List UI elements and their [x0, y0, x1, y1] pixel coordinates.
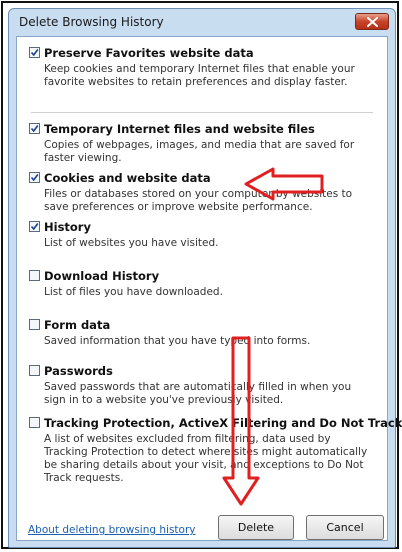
- option-cookies[interactable]: Cookies and website data Files or databa…: [29, 171, 375, 214]
- option-description: A list of websites excluded from filteri…: [44, 433, 368, 484]
- divider: [31, 112, 373, 113]
- option-label: Download History: [44, 269, 160, 283]
- dialog-title: Delete Browsing History: [19, 15, 164, 29]
- option-form-data[interactable]: Form data Saved information that you hav…: [29, 318, 375, 348]
- close-icon: [367, 17, 378, 27]
- cancel-button[interactable]: Cancel: [306, 515, 384, 540]
- checkbox[interactable]: [29, 270, 40, 281]
- option-temporary-internet-files[interactable]: Temporary Internet files and website fil…: [29, 122, 375, 165]
- checkbox[interactable]: [29, 172, 40, 183]
- close-button[interactable]: [355, 13, 389, 30]
- option-description: List of websites you have visited.: [44, 237, 219, 249]
- option-passwords[interactable]: Passwords Saved passwords that are autom…: [29, 364, 375, 407]
- option-description: Keep cookies and temporary Internet file…: [44, 63, 355, 88]
- option-description: Copies of webpages, images, and media th…: [44, 139, 355, 164]
- screenshot-frame: Delete Browsing History Preserve Favorit…: [1, 1, 402, 549]
- checkbox[interactable]: [29, 123, 40, 134]
- checkbox[interactable]: [29, 417, 40, 428]
- option-description: Saved passwords that are automatically f…: [44, 381, 352, 406]
- option-description: List of files you have downloaded.: [44, 286, 223, 298]
- option-label: Passwords: [44, 364, 113, 378]
- option-label: Form data: [44, 318, 111, 332]
- title-bar: Delete Browsing History: [9, 9, 395, 36]
- delete-button[interactable]: Delete: [218, 515, 294, 540]
- checkbox[interactable]: [29, 221, 40, 232]
- checkmark-icon: [30, 125, 39, 133]
- option-tracking-protection[interactable]: Tracking Protection, ActiveX Filtering a…: [29, 416, 402, 485]
- option-description: Files or databases stored on your comput…: [44, 188, 353, 213]
- option-history[interactable]: History List of websites you have visite…: [29, 220, 375, 250]
- checkmark-icon: [30, 223, 39, 231]
- option-label: Temporary Internet files and website fil…: [44, 122, 315, 136]
- checkmark-icon: [30, 49, 39, 57]
- option-label: History: [44, 220, 91, 234]
- delete-browsing-history-dialog: Delete Browsing History Preserve Favorit…: [8, 8, 402, 548]
- option-label: Tracking Protection, ActiveX Filtering a…: [44, 416, 402, 430]
- option-label: Cookies and website data: [44, 171, 211, 185]
- option-preserve-favorites[interactable]: Preserve Favorites website data Keep coo…: [29, 46, 375, 89]
- checkbox[interactable]: [29, 319, 40, 330]
- option-description: Saved information that you have typed in…: [44, 335, 311, 347]
- about-deleting-history-link[interactable]: About deleting browsing history: [28, 524, 196, 536]
- checkmark-icon: [30, 174, 39, 182]
- checkbox[interactable]: [29, 365, 40, 376]
- option-download-history[interactable]: Download History List of files you have …: [29, 269, 375, 299]
- options-panel: Preserve Favorites website data Keep coo…: [16, 36, 402, 541]
- option-label: Preserve Favorites website data: [44, 46, 254, 60]
- checkbox[interactable]: [29, 47, 40, 58]
